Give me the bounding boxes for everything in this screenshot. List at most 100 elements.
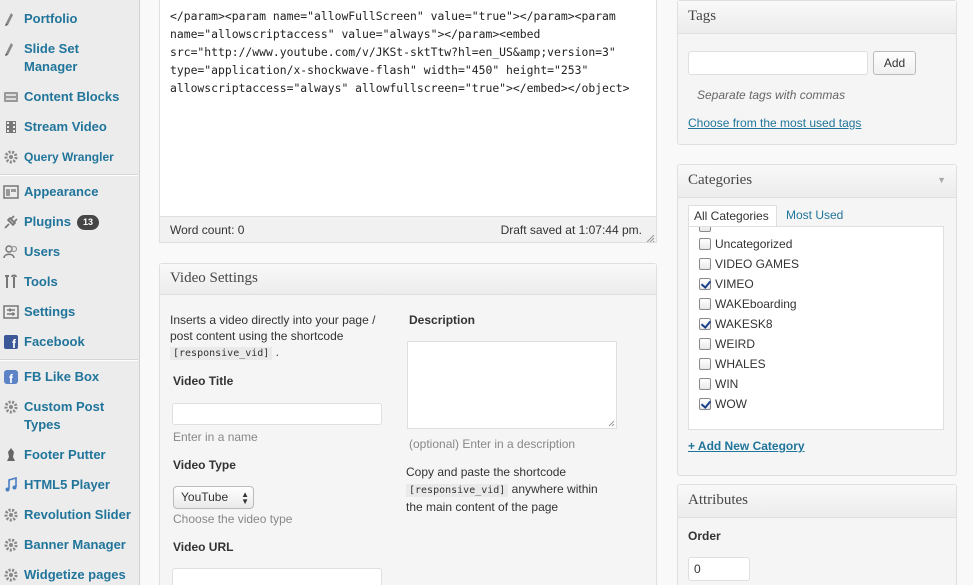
tools-icon (2, 274, 20, 290)
category-item[interactable]: WAKESK8 (699, 316, 773, 332)
category-checkbox[interactable] (699, 278, 711, 290)
category-item[interactable]: WHALES (699, 356, 766, 372)
most-used-tags-link[interactable]: Choose from the most used tags (688, 116, 861, 130)
category-item[interactable]: WEIRD (699, 336, 755, 352)
menu-item-footer-putter[interactable]: Footer Putter (0, 446, 138, 464)
menu-item-fb-like-box[interactable]: f FB Like Box (0, 368, 138, 386)
users-icon (2, 244, 20, 260)
word-count: Word count: 0 (170, 223, 245, 237)
content-blocks-icon (2, 89, 20, 105)
description-hint: (optional) Enter in a description (409, 437, 576, 451)
video-title-input[interactable] (172, 403, 382, 425)
category-label: WAKEboarding (715, 297, 797, 311)
menu-item-content-blocks[interactable]: Content Blocks (0, 88, 138, 106)
category-checkbox[interactable] (699, 298, 711, 310)
film-icon (2, 119, 20, 135)
category-checkbox[interactable] (699, 258, 711, 270)
order-label: Order (688, 529, 721, 543)
category-item[interactable]: VIMEO (699, 276, 754, 292)
menu-item-portfolio[interactable]: Portfolio (0, 10, 138, 28)
category-checkbox[interactable] (699, 338, 711, 350)
new-tag-input[interactable] (688, 51, 868, 75)
menu-item-facebook[interactable]: f Facebook (0, 333, 138, 351)
menu-item-query-wrangler[interactable]: Query Wrangler (0, 148, 138, 166)
category-checkbox[interactable] (699, 318, 711, 330)
category-item-partial (699, 227, 711, 234)
resize-handle-icon (608, 420, 615, 427)
portfolio-icon (2, 11, 20, 27)
resize-handle-icon[interactable] (645, 231, 655, 243)
shortcode: [responsive_vid] (170, 347, 273, 360)
tab-all-categories[interactable]: All Categories (688, 205, 777, 227)
footer-icon (2, 447, 20, 463)
category-checkbox[interactable] (699, 238, 711, 250)
category-item[interactable]: WAKEboarding (699, 296, 797, 312)
video-type-hint: Choose the video type (173, 512, 293, 526)
category-label: Uncategorized (715, 237, 793, 251)
copy-line1: Copy and paste the shortcode (406, 465, 567, 479)
category-label: WEIRD (715, 337, 755, 351)
copy-line3: the main content of the page (406, 500, 559, 514)
menu-item-plugins[interactable]: Plugins 13 (0, 213, 138, 231)
content-editor[interactable]: </param><param name="allowFullScreen" va… (159, 0, 657, 243)
collapse-toggle-icon[interactable]: ▼ (937, 175, 946, 185)
gear-icon (2, 537, 20, 553)
gear-icon (2, 399, 20, 415)
editor-line: name="allowscriptaccess" value="always">… (170, 27, 541, 41)
category-checkbox[interactable] (699, 358, 711, 370)
menu-item-stream-video[interactable]: Stream Video (0, 118, 138, 136)
category-item[interactable]: WIN (699, 376, 738, 392)
editor-line: type="application/x-shockwave-flash" wid… (170, 63, 589, 77)
menu-item-widgetize-pages[interactable]: Widgetize pages (0, 566, 138, 584)
menu-item-banner-manager[interactable]: Banner Manager (0, 536, 138, 554)
menu-label-line2: Types (24, 417, 61, 432)
menu-item-settings[interactable]: Settings (0, 303, 138, 321)
video-settings-intro: Inserts a video directly into your page … (170, 312, 395, 362)
video-title-label: Video Title (173, 374, 234, 388)
menu-item-tools[interactable]: Tools (0, 273, 138, 291)
slideset-icon (2, 41, 20, 57)
editor-status-bar: Word count: 0 Draft saved at 1:07:44 pm. (160, 216, 656, 243)
attributes-title: Attributes (678, 485, 956, 518)
menu-item-html5-player[interactable]: HTML5 Player (0, 476, 138, 494)
description-textarea[interactable] (407, 341, 617, 429)
add-tag-button[interactable]: Add (873, 51, 916, 75)
attributes-title-text: Attributes (688, 492, 748, 508)
copy-instructions: Copy and paste the shortcode [responsive… (406, 464, 646, 516)
plug-icon (2, 214, 20, 230)
menu-item-custom-post-types[interactable]: Custom Post Types (0, 398, 138, 434)
video-settings-box: Video Settings Inserts a video directly … (159, 263, 657, 585)
menu-item-users[interactable]: Users (0, 243, 138, 261)
video-settings-title: Video Settings (160, 264, 656, 295)
description-label: Description (409, 313, 476, 327)
category-item[interactable]: Uncategorized (699, 236, 792, 252)
tab-most-used[interactable]: Most Used (781, 205, 848, 227)
categories-title: Categories ▼ (678, 165, 956, 198)
menu-item-revolution-slider[interactable]: Revolution Slider (0, 506, 138, 524)
tags-hint: Separate tags with commas (697, 88, 846, 102)
video-url-input[interactable] (172, 568, 382, 585)
menu-label-line1: Custom Post (24, 399, 105, 414)
video-type-label: Video Type (173, 458, 236, 472)
category-checklist[interactable]: Uncategorized VIDEO GAMES VIMEO WAKEboar… (688, 226, 944, 430)
category-checkbox[interactable] (699, 378, 711, 390)
category-item[interactable]: VIDEO GAMES (699, 256, 799, 272)
menu-label-line1: Slide Set (24, 41, 79, 56)
category-item[interactable]: WOW (699, 396, 747, 412)
categories-title-text: Categories (688, 172, 753, 188)
menu-item-appearance[interactable]: Appearance (0, 183, 138, 201)
category-label: WIN (715, 377, 739, 391)
tags-title: Tags (678, 1, 956, 34)
editor-line: </param><param name="allowFullScreen" va… (170, 9, 616, 23)
video-type-select[interactable]: YouTube ▲ ▼ (173, 486, 254, 509)
appearance-icon (2, 184, 20, 200)
draft-saved-status: Draft saved at 1:07:44 pm. (500, 223, 642, 237)
editor-text[interactable]: </param><param name="allowFullScreen" va… (170, 7, 650, 97)
add-new-category-link[interactable]: + Add New Category (688, 439, 805, 453)
shortcode: [responsive_vid] (406, 484, 509, 497)
order-input[interactable]: 0 (688, 557, 750, 581)
intro-line1: Inserts a video directly into your page … (170, 313, 376, 327)
editor-line: allowscriptaccess="always" allowfullscre… (170, 81, 630, 95)
category-checkbox[interactable] (699, 398, 711, 410)
menu-item-slide-set-manager[interactable]: Slide Set Manager (0, 40, 138, 76)
